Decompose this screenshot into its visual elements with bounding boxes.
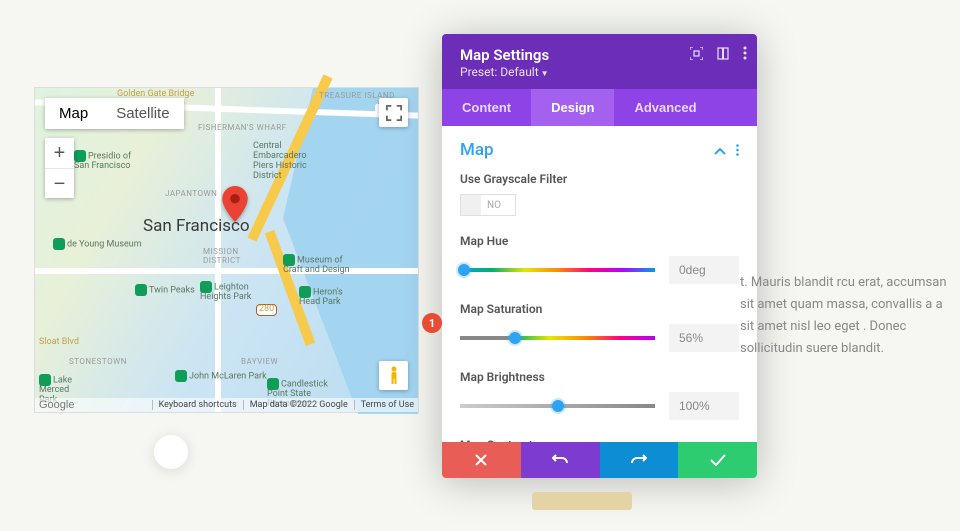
panel-tabs: Content Design Advanced bbox=[442, 89, 757, 126]
poi-i280: 280 bbox=[256, 304, 277, 316]
poi-central-embarcadero: Central Embarcadero Piers Historic Distr… bbox=[253, 142, 307, 182]
chevron-up-icon[interactable] bbox=[714, 141, 726, 160]
poi-mission: MISSION DISTRICT bbox=[203, 248, 241, 266]
panel-footer bbox=[442, 442, 757, 478]
section-kebab-icon[interactable] bbox=[736, 141, 739, 160]
poi-stonestown: STONESTOWN bbox=[69, 358, 127, 367]
city-label: San Francisco bbox=[143, 216, 250, 236]
background-lorem: t. Mauris blandit rcu erat, accumsan sit… bbox=[740, 272, 950, 360]
google-logo: Google bbox=[39, 399, 74, 411]
hue-slider[interactable] bbox=[460, 268, 655, 272]
tab-advanced[interactable]: Advanced bbox=[614, 89, 716, 126]
hue-value-input[interactable] bbox=[669, 256, 739, 284]
poi-herons-head: Heron's Head Park bbox=[299, 286, 343, 308]
help-bubble[interactable] bbox=[154, 435, 188, 469]
map-embed[interactable]: Golden Gate Bridge Treasure Island FISHE… bbox=[34, 87, 419, 413]
fullscreen-button[interactable] bbox=[379, 98, 408, 127]
grayscale-toggle[interactable]: NO bbox=[460, 194, 516, 216]
docs-icon[interactable] bbox=[717, 47, 729, 60]
poi-leighton: Leighton Heights Park bbox=[200, 281, 251, 303]
redo-icon bbox=[631, 453, 647, 467]
map-footer: Google Keyboard shortcuts Map data ©2022… bbox=[35, 398, 418, 412]
save-button[interactable] bbox=[678, 442, 757, 478]
zoom-controls: + − bbox=[45, 138, 74, 198]
zoom-out-button[interactable]: − bbox=[45, 168, 74, 198]
annotation-badge-1: 1 bbox=[422, 313, 442, 333]
saturation-value-input[interactable] bbox=[669, 324, 739, 352]
tab-design[interactable]: Design bbox=[531, 89, 614, 126]
poi-de-young: de Young Museum bbox=[53, 238, 142, 250]
pegman-button[interactable] bbox=[379, 361, 408, 390]
panel-header[interactable]: Map Settings Preset: Default▼ bbox=[442, 34, 757, 89]
poi-fishermans-wharf: FISHERMAN'S WHARF bbox=[198, 124, 287, 133]
redo-button[interactable] bbox=[600, 442, 679, 478]
panel-preset[interactable]: Preset: Default▼ bbox=[460, 65, 739, 79]
expand-icon[interactable] bbox=[690, 47, 703, 60]
footer-map-data: Map data ©2022 Google bbox=[243, 400, 348, 410]
brightness-slider[interactable] bbox=[460, 404, 655, 408]
panel-body: Map Use Grayscale Filter NO Map Hue Map … bbox=[442, 126, 757, 442]
poi-sloat: Sloat Blvd bbox=[39, 338, 79, 348]
fullscreen-icon bbox=[386, 105, 402, 121]
check-icon bbox=[710, 454, 726, 466]
settings-panel: Map Settings Preset: Default▼ Content De… bbox=[442, 34, 757, 478]
pegman-icon bbox=[387, 366, 401, 386]
undo-button[interactable] bbox=[521, 442, 600, 478]
brightness-value-input[interactable] bbox=[669, 392, 739, 420]
poi-craft: Museum of Craft and Design bbox=[283, 254, 350, 276]
saturation-slider[interactable] bbox=[460, 336, 655, 340]
undo-icon bbox=[552, 453, 568, 467]
zoom-in-button[interactable]: + bbox=[45, 138, 74, 168]
tab-content[interactable]: Content bbox=[442, 89, 531, 126]
hue-label: Map Hue bbox=[460, 234, 739, 248]
kebab-icon[interactable] bbox=[743, 46, 747, 60]
map-type-toggle[interactable]: Map Satellite bbox=[45, 98, 184, 129]
section-title-map[interactable]: Map bbox=[460, 140, 494, 160]
map-type-map-button[interactable]: Map bbox=[45, 98, 102, 129]
brightness-label: Map Brightness bbox=[460, 370, 739, 384]
footer-keyboard-shortcuts[interactable]: Keyboard shortcuts bbox=[152, 400, 237, 410]
poi-mclaren: John McLaren Park bbox=[175, 370, 267, 382]
poi-presidio: Presidio of San Francisco bbox=[74, 150, 131, 172]
poi-bayview: BAYVIEW bbox=[241, 358, 278, 367]
poi-japantown: JAPANTOWN bbox=[165, 190, 217, 199]
background-block bbox=[532, 492, 632, 510]
saturation-label: Map Saturation bbox=[460, 302, 739, 316]
footer-terms[interactable]: Terms of Use bbox=[354, 400, 414, 410]
grayscale-label: Use Grayscale Filter bbox=[460, 172, 739, 186]
poi-twin-peaks: Twin Peaks bbox=[135, 284, 195, 296]
map-type-satellite-button[interactable]: Satellite bbox=[102, 98, 183, 129]
cancel-button[interactable] bbox=[442, 442, 521, 478]
close-icon bbox=[474, 453, 488, 467]
